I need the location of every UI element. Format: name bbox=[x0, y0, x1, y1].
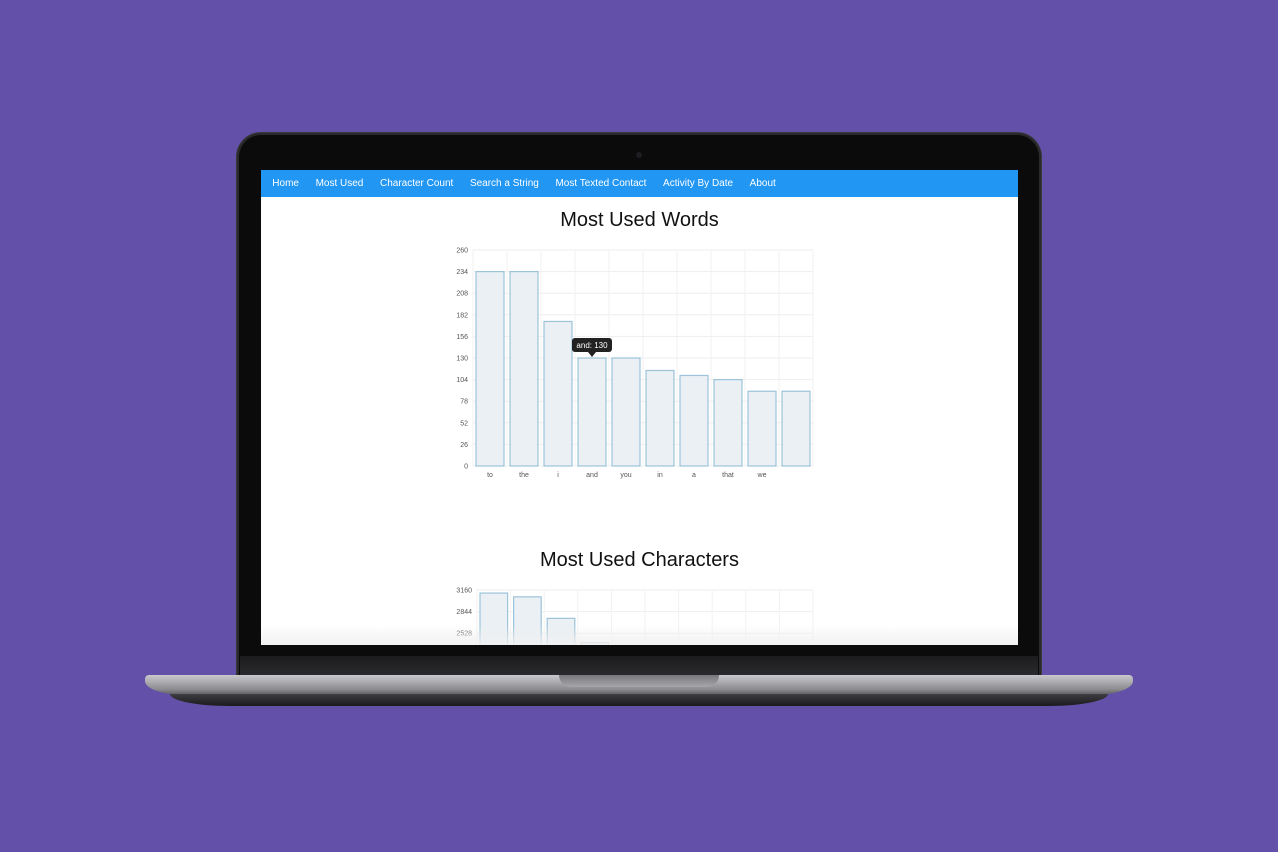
y-tick-label: 2844 bbox=[456, 609, 472, 616]
x-tick-label: i bbox=[557, 472, 559, 479]
screen-bottom-fade bbox=[261, 625, 1018, 645]
laptop-hinge bbox=[240, 656, 1038, 676]
bar bbox=[543, 320, 573, 467]
y-tick-label: 3160 bbox=[456, 588, 472, 595]
y-tick-label: 0 bbox=[464, 464, 468, 471]
y-tick-label: 156 bbox=[456, 334, 468, 341]
camera-icon bbox=[636, 152, 642, 158]
x-tick-label: to bbox=[487, 472, 493, 479]
y-tick-label: 234 bbox=[456, 269, 468, 276]
x-tick-label: that bbox=[722, 472, 734, 479]
tooltip-label: and: 130 bbox=[576, 341, 608, 350]
bar bbox=[679, 374, 709, 467]
x-tick-label: in bbox=[657, 472, 663, 479]
tooltip-caret bbox=[588, 352, 596, 357]
laptop-notch bbox=[559, 675, 719, 687]
bar bbox=[713, 379, 743, 467]
bar bbox=[475, 270, 505, 467]
app-screen: Home Most Used Character Count Search a … bbox=[261, 170, 1018, 645]
y-tick-label: 78 bbox=[460, 399, 468, 406]
x-tick-label: and bbox=[586, 472, 598, 479]
bar bbox=[509, 270, 539, 467]
bar bbox=[747, 390, 777, 467]
x-tick-label: a bbox=[692, 472, 696, 479]
y-tick-label: 208 bbox=[456, 291, 468, 298]
y-tick-label: 52 bbox=[460, 420, 468, 427]
bar bbox=[577, 357, 607, 467]
bar bbox=[781, 390, 811, 467]
chart-tooltip: and: 130 bbox=[572, 338, 612, 357]
charts-svg: 0 26 52 78 104 130 156 182 208 234 260 to the i and you… bbox=[456, 248, 814, 645]
y-tick-label: 104 bbox=[456, 377, 468, 384]
y-tick-label: 260 bbox=[456, 248, 468, 255]
x-tick-label: we bbox=[757, 472, 767, 479]
x-tick-label: you bbox=[620, 472, 631, 479]
x-tick-label: the bbox=[519, 472, 529, 479]
bar bbox=[611, 357, 641, 467]
laptop-base-bottom bbox=[170, 694, 1108, 706]
y-tick-label: 26 bbox=[460, 442, 468, 449]
y-tick-label: 182 bbox=[456, 312, 468, 319]
y-tick-label: 130 bbox=[456, 356, 468, 363]
bar bbox=[645, 369, 675, 467]
